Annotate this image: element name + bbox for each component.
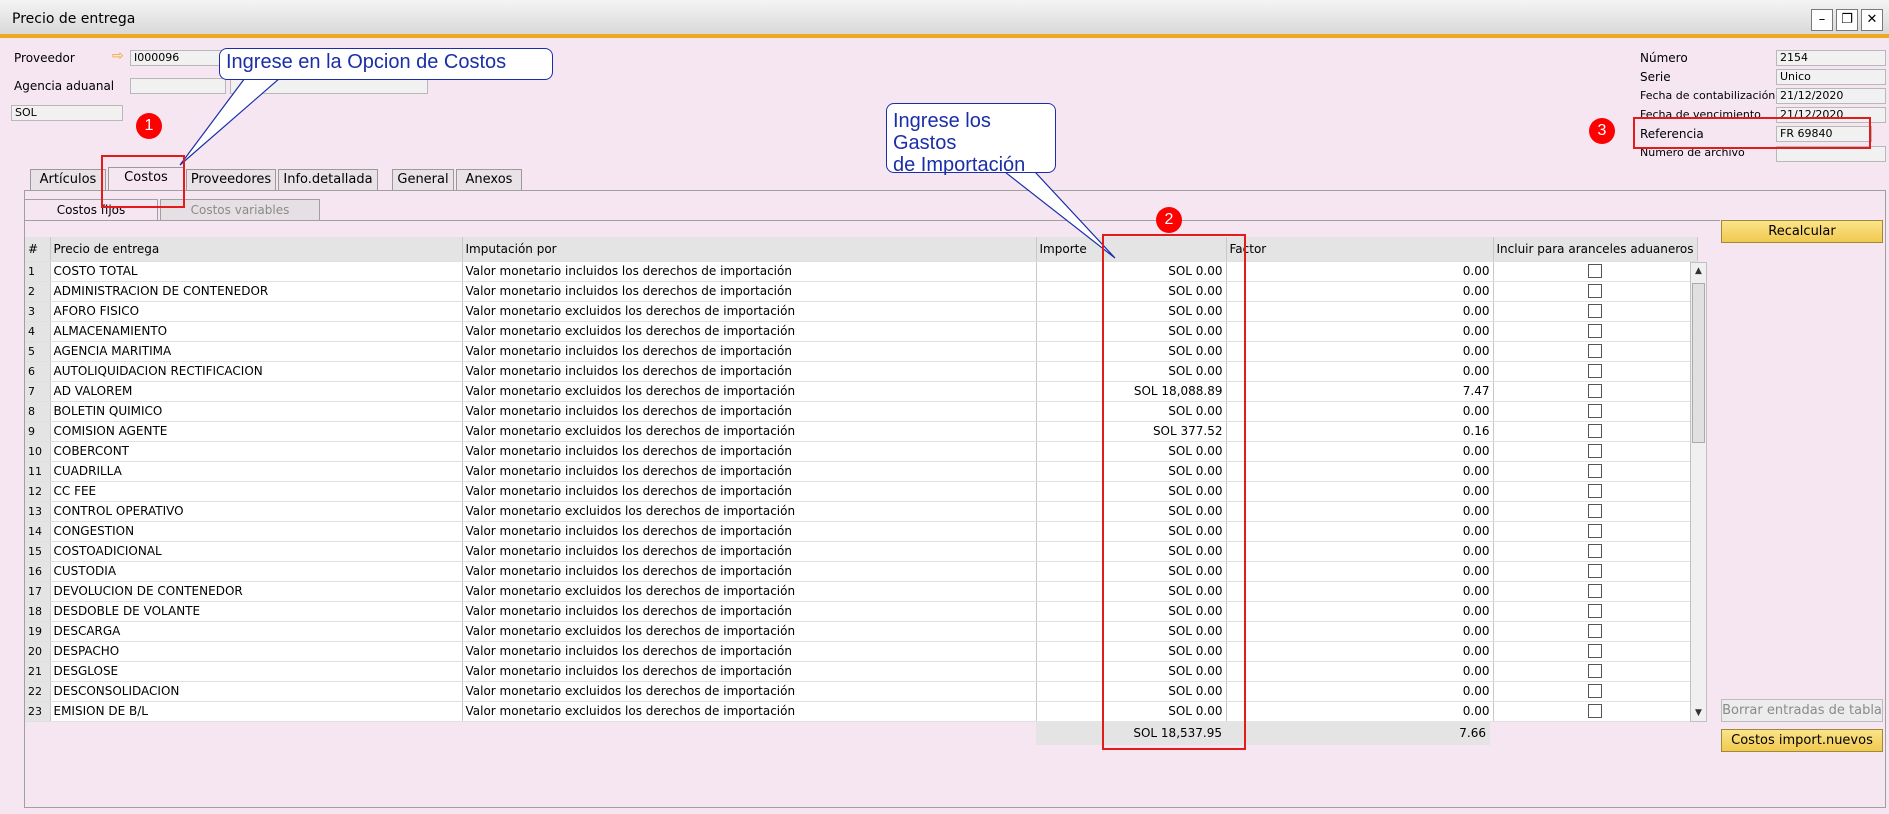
step-badge-1: 1 xyxy=(136,113,162,139)
callout-gastos-line1: Ingrese los Gastos xyxy=(893,110,991,154)
step-badge-3: 3 xyxy=(1589,118,1615,144)
callout-gastos: Ingrese los Gastos de Importación xyxy=(886,103,1056,176)
highlight-costos-tab xyxy=(101,155,185,208)
landed-cost-window: Precio de entrega – ❐ ✕ Proveedor ⇨ I000… xyxy=(0,0,1889,814)
step-badge-2: 2 xyxy=(1156,207,1182,233)
highlight-importe-column xyxy=(1102,234,1246,750)
callout-costos: Ingrese en la Opcion de Costos xyxy=(219,48,553,80)
highlight-referencia xyxy=(1633,117,1871,149)
callout-gastos-line2: de Importación xyxy=(893,154,1026,176)
